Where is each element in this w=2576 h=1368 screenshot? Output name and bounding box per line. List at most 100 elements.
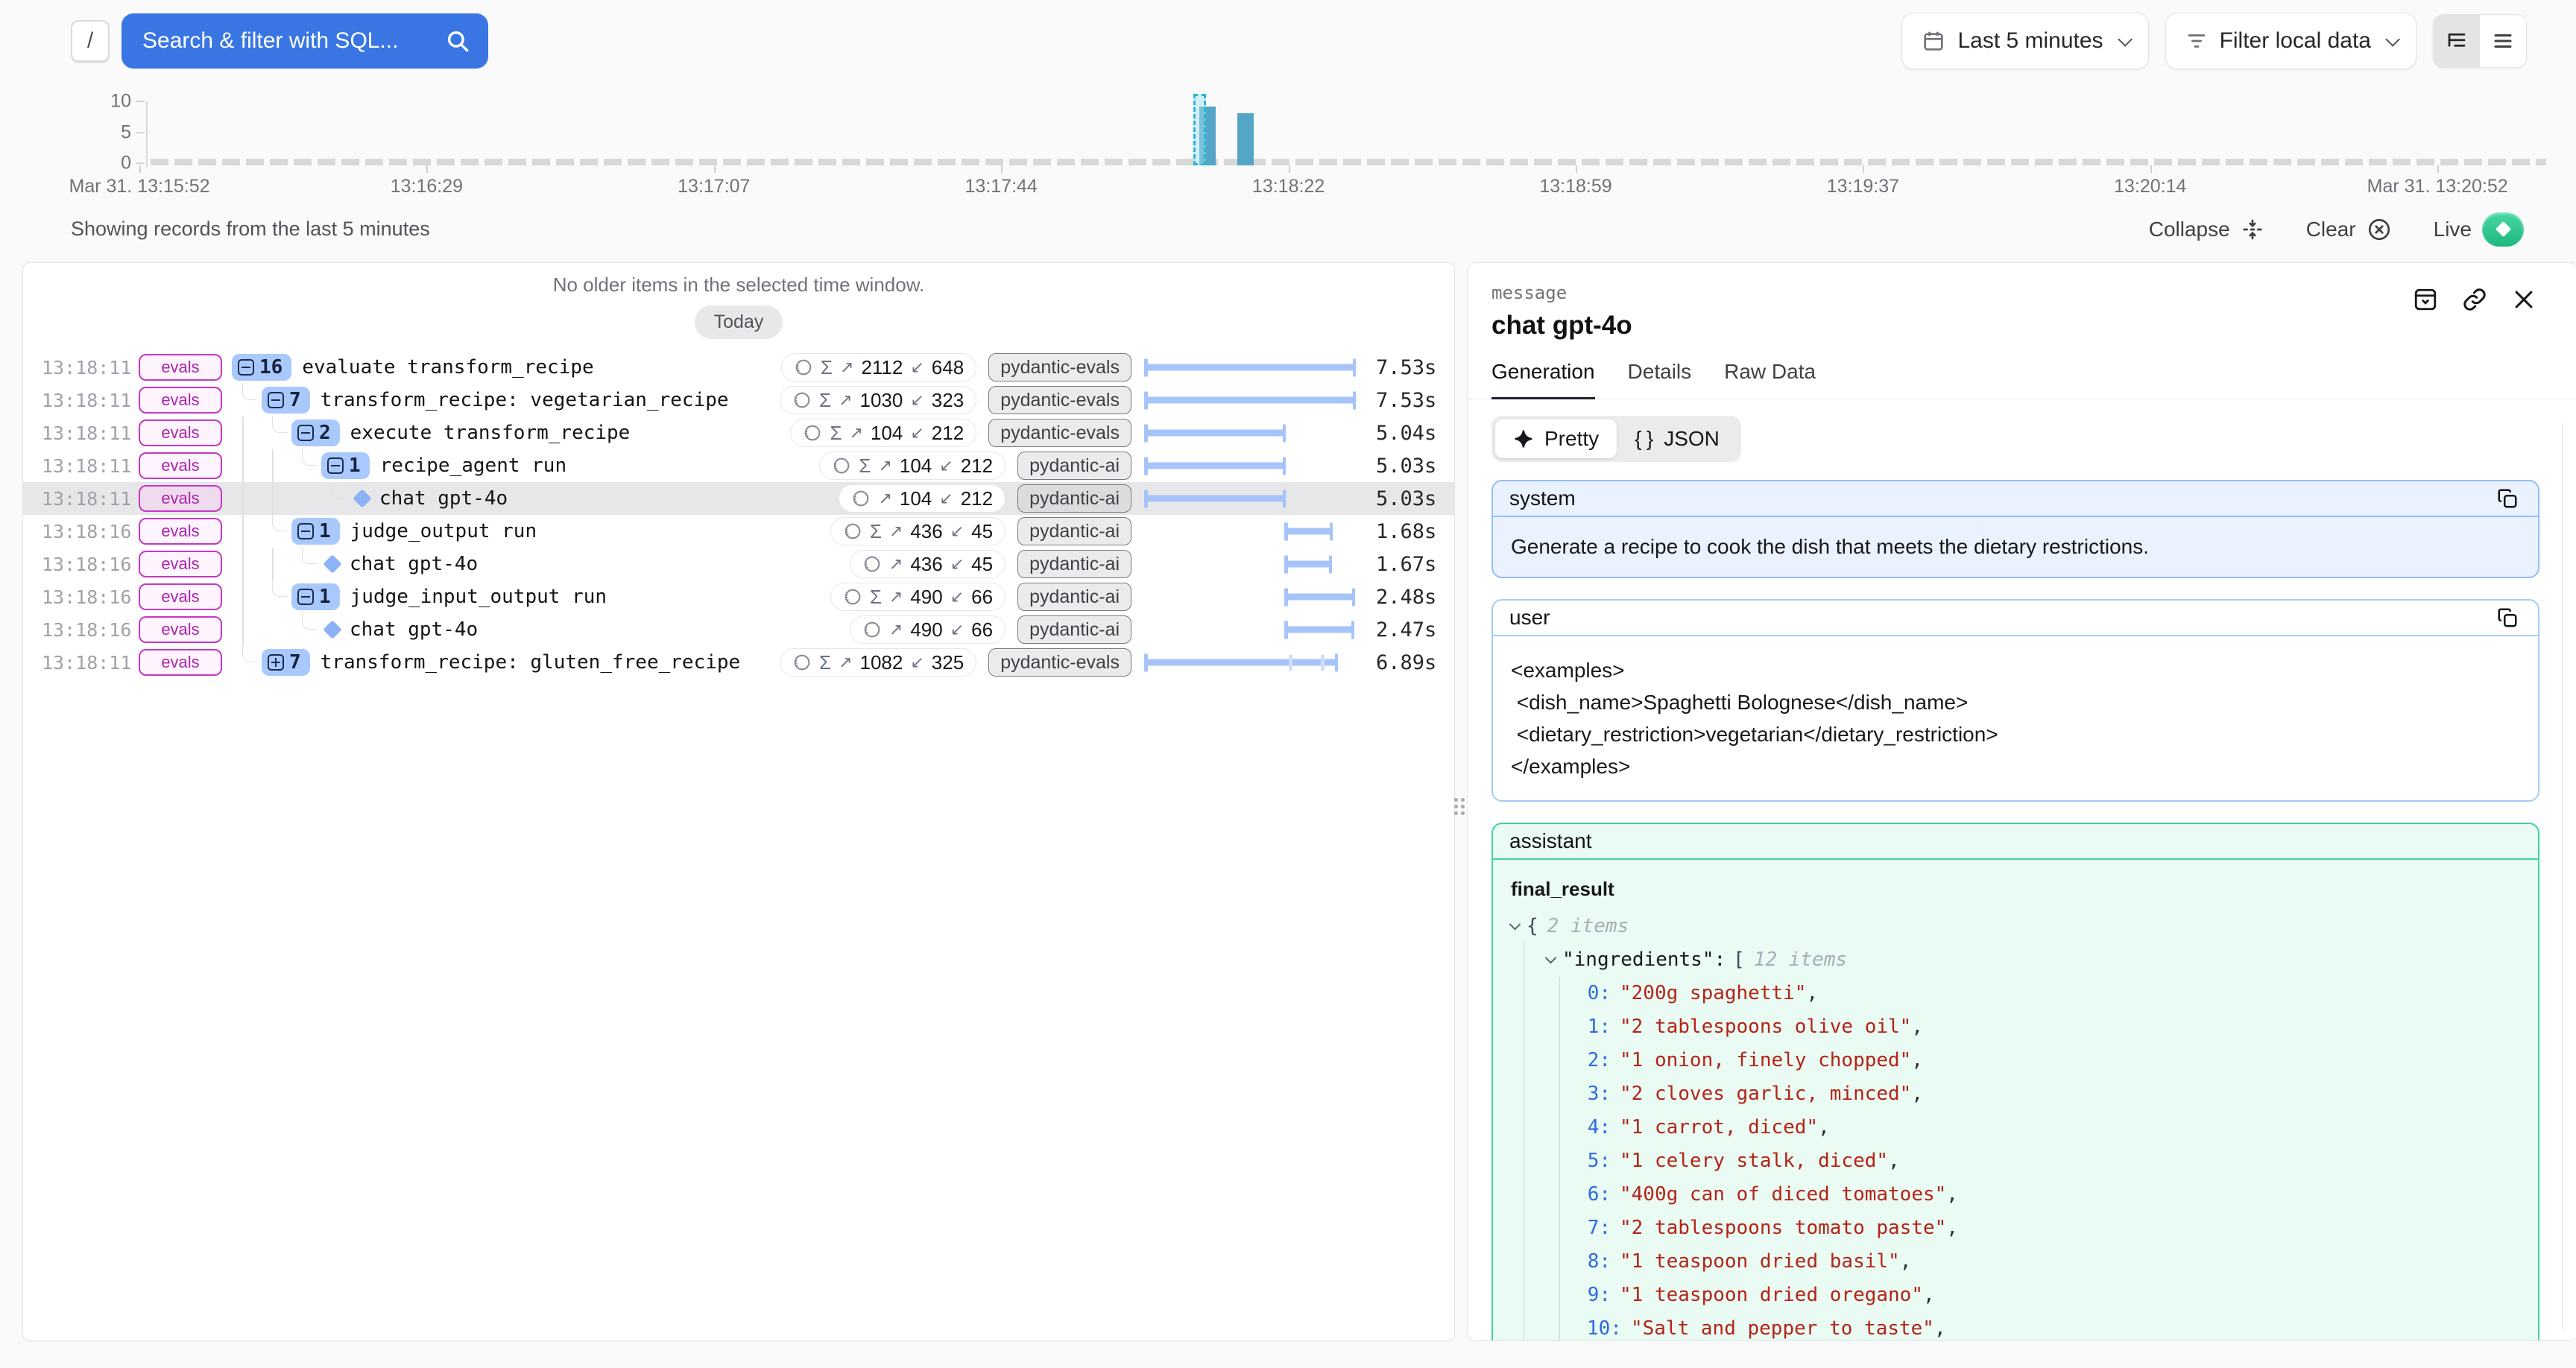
collapse-count-badge[interactable]: 7	[262, 387, 310, 414]
sigma-total-icon: Σ	[819, 651, 831, 674]
dock-panel-icon[interactable]	[2411, 285, 2440, 314]
ingredient-row: 1:"2 tablespoons olive oil",	[1587, 1010, 2520, 1044]
service-badge[interactable]: evals	[139, 551, 222, 577]
trace-row-time: 13:18:16	[23, 619, 120, 641]
pretty-json-toggle: Pretty { } JSON	[1491, 416, 1741, 462]
input-tokens: 104	[871, 422, 903, 445]
span-label[interactable]: execute transform_recipe	[350, 422, 631, 444]
tab-generation[interactable]: Generation	[1491, 360, 1595, 399]
tab-raw-data[interactable]: Raw Data	[1724, 360, 1816, 399]
collapse-count-badge[interactable]: 2	[291, 419, 340, 446]
live-toggle[interactable]: Live	[2434, 212, 2524, 247]
copy-icon[interactable]	[2493, 604, 2522, 632]
output-tokens: 45	[971, 520, 993, 543]
instrumentation-tag: pydantic-evals	[988, 386, 1131, 414]
collapse-icon	[297, 523, 314, 539]
tokens-coin-icon	[803, 423, 822, 443]
tree-elbow-connector	[242, 383, 257, 400]
ingredient-row: 4:"1 carrot, diced",	[1587, 1111, 2520, 1144]
span-label[interactable]: recipe_agent run	[380, 455, 566, 477]
service-badge[interactable]: evals	[139, 649, 222, 676]
trace-row[interactable]: 13:18:16evals1judge_output runΣ↗436↙45py…	[23, 515, 1454, 548]
filter-local-data-dropdown[interactable]: Filter local data	[2165, 13, 2416, 69]
trace-row[interactable]: 13:18:11evals2execute transform_recipeΣ↗…	[23, 417, 1454, 449]
x-axis-tick-label: Mar 31. 13:15:52	[69, 176, 209, 197]
records-histogram[interactable]: 0510Mar 31. 13:15:5213:16:2913:17:0713:1…	[0, 82, 2576, 201]
x-axis-tick-label: 13:19:37	[1827, 176, 1899, 197]
tokens-coin-icon	[843, 522, 862, 541]
ingredient-row: 2:"1 onion, finely chopped",	[1587, 1044, 2520, 1077]
json-label: JSON	[1664, 427, 1720, 451]
service-badge[interactable]: evals	[139, 387, 222, 414]
top-toolbar: / Search & filter with SQL... Last 5 min…	[0, 0, 2576, 82]
service-badge[interactable]: evals	[139, 518, 222, 545]
ingredients-list: 0:"200g spaghetti",1:"2 tablespoons oliv…	[1559, 977, 2520, 1342]
x-axis-tick	[1863, 165, 1864, 173]
message-cards-scroll[interactable]: system Generate a recipe to cook the dis…	[1468, 477, 2576, 1342]
x-axis-tick-label: 13:17:44	[965, 176, 1038, 197]
collapse-label: Collapse	[2149, 218, 2230, 241]
tree-elbow-connector	[272, 514, 287, 531]
service-badge[interactable]: evals	[139, 583, 222, 610]
service-badge[interactable]: evals	[139, 452, 222, 479]
trace-row[interactable]: 13:18:16evalschat gpt-4o↗436↙45pydantic-…	[23, 548, 1454, 580]
search-button[interactable]: Search & filter with SQL...	[121, 13, 488, 69]
scrollbar[interactable]	[2562, 423, 2563, 1330]
array-index: 1:	[1587, 1010, 1611, 1044]
span-label[interactable]: chat gpt-4o	[350, 553, 478, 575]
pretty-view-button[interactable]: Pretty	[1495, 419, 1617, 458]
service-badge[interactable]: evals	[139, 616, 222, 643]
collapse-button[interactable]: Collapse	[2149, 218, 2264, 241]
collapse-count-badge[interactable]: 1	[291, 518, 340, 545]
service-badge[interactable]: evals	[139, 419, 222, 446]
gantt-subspan-tick	[1321, 654, 1325, 671]
time-range-dropdown[interactable]: Last 5 minutes	[1901, 13, 2148, 69]
record-title: chat gpt-4o	[1491, 311, 2534, 341]
service-badge[interactable]: evals	[139, 485, 222, 512]
ingredient-row: 5:"1 celery stalk, diced",	[1587, 1144, 2520, 1178]
output-tokens-arrow-icon: ↙	[910, 423, 924, 443]
input-tokens: 1030	[860, 389, 903, 412]
span-label[interactable]: chat gpt-4o	[379, 487, 508, 510]
tab-details[interactable]: Details	[1628, 360, 1692, 399]
collapse-count-badge[interactable]: 7	[262, 649, 310, 676]
collapse-count-badge[interactable]: 16	[232, 354, 291, 381]
tree-guide-line	[242, 515, 244, 548]
x-axis-tick-label: Mar 31. 13:20:52	[2367, 176, 2508, 197]
duration-label: 2.47s	[1376, 618, 1454, 642]
panel-resize-handle[interactable]	[1453, 794, 1465, 819]
json-ingredients-row[interactable]: "ingredients": [ 12 items	[1547, 943, 2520, 977]
trace-row[interactable]: 13:18:11evalschat gpt-4o↗104↙212pydantic…	[23, 482, 1454, 515]
collapse-count-badge[interactable]: 1	[321, 452, 370, 479]
ingredient-value: "1 celery stalk, diced"	[1620, 1144, 1888, 1178]
output-tokens: 648	[932, 356, 964, 379]
leaf-diamond-icon	[323, 554, 341, 573]
trace-row[interactable]: 13:18:11evals1recipe_agent runΣ↗104↙212p…	[23, 449, 1454, 482]
span-label[interactable]: judge_output run	[350, 520, 537, 542]
tokens-coin-icon	[792, 390, 812, 410]
trace-row[interactable]: 13:18:11evals7transform_recipe: gluten_f…	[23, 646, 1454, 679]
histogram-bar[interactable]	[1237, 113, 1254, 165]
json-root-row[interactable]: { 2 items	[1511, 910, 2520, 943]
trace-row[interactable]: 13:18:11evals7transform_recipe: vegetari…	[23, 384, 1454, 417]
span-label[interactable]: chat gpt-4o	[350, 618, 478, 641]
span-label[interactable]: transform_recipe: vegetarian_recipe	[321, 389, 729, 411]
copy-link-icon[interactable]	[2460, 285, 2489, 314]
collapse-count-badge[interactable]: 1	[291, 583, 340, 610]
trace-row[interactable]: 13:18:11evals16evaluate transform_recipe…	[23, 351, 1454, 384]
trace-row[interactable]: 13:18:16evals1judge_input_output runΣ↗49…	[23, 580, 1454, 613]
ingredient-value: "1 teaspoon dried basil"	[1620, 1245, 1900, 1279]
span-label[interactable]: evaluate transform_recipe	[302, 356, 593, 379]
tree-view-button[interactable]	[2434, 15, 2480, 67]
close-icon[interactable]	[2510, 285, 2538, 314]
span-label[interactable]: judge_input_output run	[350, 586, 607, 608]
x-axis-tick	[426, 165, 428, 173]
copy-icon[interactable]	[2493, 484, 2522, 513]
span-label[interactable]: transform_recipe: gluten_free_recipe	[321, 651, 741, 674]
duration-label: 7.53s	[1376, 356, 1454, 379]
service-badge[interactable]: evals	[139, 354, 222, 381]
list-view-button[interactable]	[2480, 15, 2526, 67]
clear-button[interactable]: Clear	[2306, 217, 2392, 242]
trace-row[interactable]: 13:18:16evalschat gpt-4o↗490↙66pydantic-…	[23, 613, 1454, 646]
json-view-button[interactable]: { } JSON	[1617, 419, 1737, 458]
